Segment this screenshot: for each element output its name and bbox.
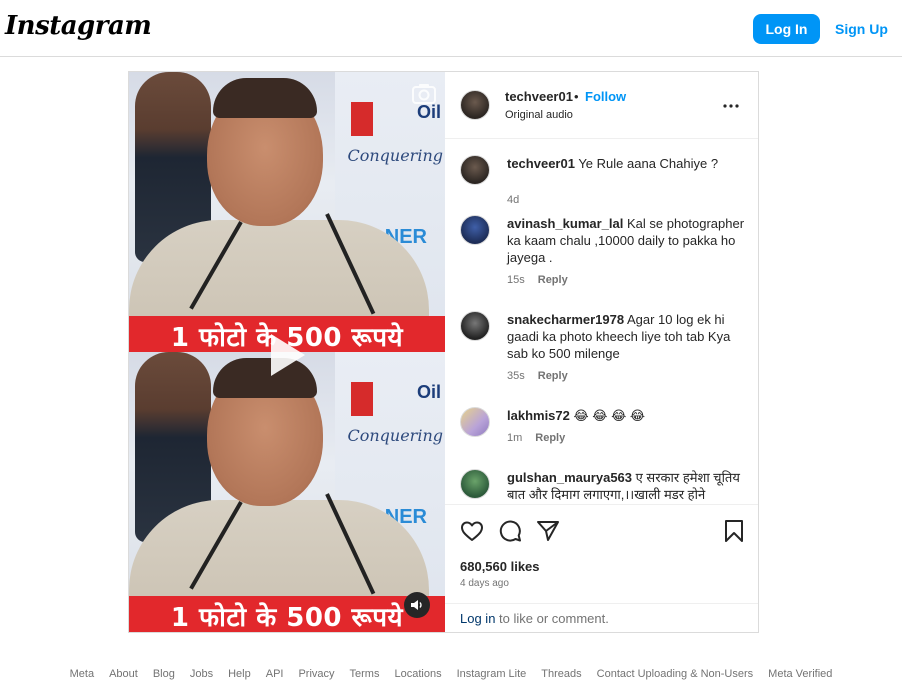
comment-text: lakhmis72 😂 😂 😂 😂 [507,407,747,424]
reply-button[interactable]: Reply [538,370,568,382]
author-avatar[interactable] [460,90,490,120]
comment-text: techveer01 Ye Rule aana Chahiye ? [507,155,747,172]
site-footer: Meta About Blog Jobs Help API Privacy Te… [0,668,902,686]
reel-camera-icon [412,84,436,104]
login-button[interactable]: Log In [753,14,820,44]
comment-text: gulshan_maurya563 ए सरकार हमेशा चूतिय बा… [507,469,747,503]
comment-time: 1m [507,432,523,444]
login-prompt: Log in to like or comment. [445,603,758,633]
follow-button[interactable]: Follow [585,89,626,104]
footer-link-threads[interactable]: Threads [541,668,581,686]
footer-link-help[interactable]: Help [228,668,251,686]
commenter-avatar[interactable] [460,311,490,341]
share-icon[interactable] [536,519,560,543]
comment-text: snakecharmer1978 Agar 10 log ek hi gaadi… [507,311,747,362]
reel-video[interactable]: Oil Conquering NER 1 फोटो के 500 रूपये O… [129,72,445,632]
reply-button[interactable]: Reply [535,432,565,444]
reply-button[interactable]: Reply [538,274,568,286]
comment-username[interactable]: lakhmis72 [507,408,570,423]
comment-time: 4d [507,194,520,206]
bookmark-icon[interactable] [722,519,746,543]
header-separator: • [574,89,579,104]
comment-username[interactable]: snakecharmer1978 [507,312,624,327]
post-container: Oil Conquering NER 1 फोटो के 500 रूपये O… [128,71,759,633]
comment-meta: 35s Reply [507,370,568,382]
commenter-avatar[interactable] [460,155,490,185]
speaker-hair [213,78,317,118]
comment-meta: 1m Reply [507,432,565,444]
instagram-logo[interactable]: Instagram [5,11,152,41]
footer-link-blog[interactable]: Blog [153,668,175,686]
footer-link-api[interactable]: API [266,668,284,686]
caption-banner-bottom: 1 फोटो के 500 रूपये [129,596,445,632]
footer-link-contact-uploading[interactable]: Contact Uploading & Non-Users [597,668,754,686]
commenter-avatar[interactable] [460,215,490,245]
comment-body: Ye Rule aana Chahiye ? [574,156,719,171]
like-count[interactable]: 680,560 likes [460,559,540,574]
comment-meta: 4d [507,194,519,206]
comment-icon[interactable] [498,519,522,543]
comment-time: 35s [507,370,525,382]
commenter-avatar[interactable] [460,469,490,499]
audio-label[interactable]: Original audio [505,109,573,121]
footer-link-meta[interactable]: Meta [70,668,94,686]
top-navigation-bar: Instagram Log In Sign Up [0,0,902,57]
post-header: techveer01 • Follow Original audio [445,72,758,139]
post-side-panel: techveer01 • Follow Original audio techv… [445,72,758,632]
backdrop-text-conquering: Conquering [347,146,443,165]
audio-toggle-button[interactable] [404,592,430,618]
backdrop-logo-mark [351,382,373,416]
play-icon[interactable] [261,330,311,380]
video-frame-top: Oil Conquering NER 1 फोटो के 500 रूपये [129,72,445,352]
author-username[interactable]: techveer01 [505,89,573,104]
footer-link-about[interactable]: About [109,668,138,686]
comment-username[interactable]: gulshan_maurya563 [507,470,632,485]
footer-link-instagram-lite[interactable]: Instagram Lite [457,668,527,686]
backdrop-logo-mark [351,102,373,136]
footer-link-locations[interactable]: Locations [394,668,441,686]
login-link[interactable]: Log in [460,611,495,626]
comment-username[interactable]: techveer01 [507,156,575,171]
footer-link-jobs[interactable]: Jobs [190,668,213,686]
backdrop-text-oil: Oil [416,382,441,402]
more-options-icon[interactable] [722,98,740,114]
comment-text: avinash_kumar_lal Kal se photographer ka… [507,215,747,266]
comment-meta: 15s Reply [507,274,568,286]
commenter-avatar[interactable] [460,407,490,437]
post-time[interactable]: 4 days ago [460,578,509,589]
comments-list[interactable]: techveer01 Ye Rule aana Chahiye ? 4d avi… [445,140,758,503]
footer-link-terms[interactable]: Terms [350,668,380,686]
login-prompt-suffix: to like or comment. [495,611,609,626]
footer-link-meta-verified[interactable]: Meta Verified [768,668,832,686]
post-actions: 680,560 likes 4 days ago Log in to like … [445,504,758,633]
comment-time: 15s [507,274,525,286]
comment-body: 😂 😂 😂 😂 [569,408,646,423]
backdrop-text-conquering: Conquering [347,426,443,445]
heart-icon[interactable] [460,519,484,543]
footer-link-privacy[interactable]: Privacy [298,668,334,686]
speaker-icon [411,600,422,610]
signup-link[interactable]: Sign Up [828,14,895,44]
video-frame-bottom: Oil Conquering NER 1 फोटो के 500 रूपये [129,352,445,632]
comment-username[interactable]: avinash_kumar_lal [507,216,623,231]
